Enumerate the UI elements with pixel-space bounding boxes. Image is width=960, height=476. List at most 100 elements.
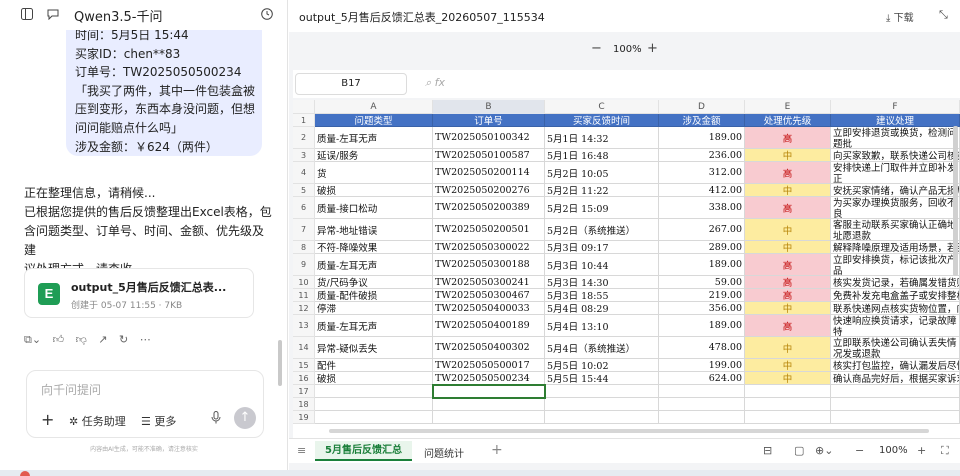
row-number[interactable]: 6 xyxy=(293,197,315,219)
select-all-corner[interactable] xyxy=(293,100,315,114)
send-button[interactable]: ↑ xyxy=(234,407,256,429)
chat-input[interactable] xyxy=(41,383,241,397)
priority-cell[interactable]: 中 xyxy=(745,241,831,254)
feedback-time-cell[interactable]: 5月1日 16:48 xyxy=(545,149,659,162)
empty-cell[interactable] xyxy=(315,385,433,398)
row-number[interactable]: 12 xyxy=(293,302,315,315)
row-number[interactable]: 2 xyxy=(293,127,315,149)
order-id-cell[interactable]: TW2025050400302 xyxy=(433,337,545,359)
feedback-time-cell[interactable]: 5月4日 13:10 xyxy=(545,315,659,337)
table-header-cell[interactable]: 订单号 xyxy=(433,114,545,127)
expand-icon[interactable]: ⤡ xyxy=(939,8,948,22)
row-number[interactable]: 19 xyxy=(293,411,315,424)
row-number[interactable]: 13 xyxy=(293,315,315,337)
zoom-in-icon[interactable]: + xyxy=(647,41,658,56)
priority-cell[interactable]: 高 xyxy=(745,276,831,289)
suggestion-cell[interactable]: 安抚买家情绪，确认产品无损后除赔偿 xyxy=(831,184,960,197)
row-number[interactable]: 18 xyxy=(293,398,315,411)
amount-cell[interactable]: 356.00 xyxy=(659,302,745,315)
empty-cell[interactable] xyxy=(315,411,433,424)
table-header-cell[interactable]: 买家反馈时间 xyxy=(545,114,659,127)
copy-icon[interactable]: ⧉⌄ xyxy=(24,333,41,347)
priority-cell[interactable]: 高 xyxy=(745,289,831,302)
suggestion-cell[interactable]: 立即安排换货，标记该批次产品 xyxy=(831,254,960,276)
row-number[interactable]: 5 xyxy=(293,184,315,197)
row-number[interactable]: 17 xyxy=(293,385,315,398)
amount-cell[interactable]: 412.00 xyxy=(659,184,745,197)
issue-type-cell[interactable]: 货 xyxy=(315,162,433,184)
issue-type-cell[interactable]: 异常-地址错误 xyxy=(315,219,433,241)
feedback-time-cell[interactable]: 5月2日 15:09 xyxy=(545,197,659,219)
fullscreen-icon[interactable]: ⛶ xyxy=(941,444,949,458)
priority-cell[interactable]: 高 xyxy=(745,254,831,276)
amount-cell[interactable]: 219.00 xyxy=(659,289,745,302)
more-options-icon[interactable]: ⋯ xyxy=(140,333,151,346)
amount-cell[interactable]: 189.00 xyxy=(659,315,745,337)
amount-cell[interactable]: 189.00 xyxy=(659,127,745,149)
column-header[interactable]: D xyxy=(659,100,745,114)
file-attachment-card[interactable]: E output_5月售后反馈汇总表... 创建于 05-07 11:55 · … xyxy=(24,268,254,318)
suggestion-cell[interactable]: 为买家办理换货服务，回收不良 xyxy=(831,197,960,219)
issue-type-cell[interactable]: 质量-左耳无声 xyxy=(315,254,433,276)
order-id-cell[interactable]: TW2025050300467 xyxy=(433,289,545,302)
order-id-cell[interactable]: TW2025050400033 xyxy=(433,302,545,315)
empty-cell[interactable] xyxy=(745,385,831,398)
history-icon[interactable] xyxy=(260,8,274,22)
empty-cell[interactable] xyxy=(433,411,545,424)
priority-cell[interactable]: 高 xyxy=(745,197,831,219)
empty-cell[interactable] xyxy=(545,398,659,411)
amount-cell[interactable]: 624.00 xyxy=(659,372,745,385)
download-button[interactable]: ⤓ 下载 xyxy=(886,9,914,24)
sheet-grid[interactable]: A B C D E F 1 2 3 4 5 6 7 8 9 10 11 12 13 14 15 16 17 18 19 问题类型订… xyxy=(293,100,960,438)
priority-cell[interactable]: 中 xyxy=(745,302,831,315)
task-assistant-button[interactable]: ✲ 任务助理 xyxy=(69,413,126,429)
order-id-cell[interactable]: TW2025050200389 xyxy=(433,197,545,219)
table-header-cell[interactable]: 处理优先级 xyxy=(745,114,831,127)
suggestion-cell[interactable]: 立即联系快递公司确认丢失情况发或退款 xyxy=(831,337,960,359)
regenerate-icon[interactable]: ↻ xyxy=(119,333,128,346)
empty-cell[interactable] xyxy=(659,385,745,398)
priority-cell[interactable]: 中 xyxy=(745,337,831,359)
tab-feedback-summary[interactable]: 5月售后反馈汇总 xyxy=(315,441,412,461)
more-button[interactable]: ☰ 更多 xyxy=(141,413,176,429)
row-number[interactable]: 14 xyxy=(293,337,315,359)
column-header[interactable]: A xyxy=(315,100,433,114)
name-box[interactable]: B17 xyxy=(295,73,407,95)
empty-cell[interactable] xyxy=(315,398,433,411)
table-header-cell[interactable]: 建议处理 xyxy=(831,114,960,127)
empty-cell[interactable] xyxy=(745,411,831,424)
feedback-time-cell[interactable]: 5月4日 08:29 xyxy=(545,302,659,315)
issue-type-cell[interactable]: 质量-接口松动 xyxy=(315,197,433,219)
priority-cell[interactable]: 高 xyxy=(745,315,831,337)
priority-cell[interactable]: 中 xyxy=(745,184,831,197)
feedback-time-cell[interactable]: 5月3日 09:17 xyxy=(545,241,659,254)
amount-cell[interactable]: 312.00 xyxy=(659,162,745,184)
thumbs-up-icon[interactable]: 👍︎ xyxy=(53,333,65,346)
row-number[interactable]: 1 xyxy=(293,114,315,127)
empty-cell[interactable] xyxy=(745,398,831,411)
chat-scrollbar[interactable] xyxy=(278,340,282,386)
suggestion-cell[interactable]: 解释降噪原理及适用场景，若买退货 xyxy=(831,241,960,254)
order-id-cell[interactable]: TW2025050300241 xyxy=(433,276,545,289)
suggestion-cell[interactable]: 核实打包监控，确认漏发后尽快致歉 xyxy=(831,359,960,372)
feedback-time-cell[interactable]: 5月4日（系统推送） xyxy=(545,337,659,359)
feedback-time-cell[interactable]: 5月1日 14:32 xyxy=(545,127,659,149)
suggestion-cell[interactable]: 确认商品完好后，根据买家诉求 xyxy=(831,372,960,385)
add-sheet-icon[interactable]: + xyxy=(491,442,503,458)
empty-cell[interactable] xyxy=(831,398,960,411)
amount-cell[interactable]: 236.00 xyxy=(659,149,745,162)
new-chat-icon[interactable] xyxy=(46,8,60,22)
empty-cell[interactable] xyxy=(659,398,745,411)
issue-type-cell[interactable]: 货/尺码争议 xyxy=(315,276,433,289)
issue-type-cell[interactable]: 质量-左耳无声 xyxy=(315,127,433,149)
empty-cell[interactable] xyxy=(831,385,960,398)
priority-cell[interactable]: 中 xyxy=(745,149,831,162)
microphone-icon[interactable] xyxy=(208,411,224,427)
feedback-time-cell[interactable]: 5月3日 14:30 xyxy=(545,276,659,289)
issue-type-cell[interactable]: 停滞 xyxy=(315,302,433,315)
bottom-zoom-in-icon[interactable]: + xyxy=(917,444,926,457)
layout-icon[interactable]: ⊕⌄ xyxy=(815,444,833,457)
feedback-time-cell[interactable]: 5月3日 10:44 xyxy=(545,254,659,276)
row-number[interactable]: 4 xyxy=(293,162,315,184)
row-number[interactable]: 3 xyxy=(293,149,315,162)
